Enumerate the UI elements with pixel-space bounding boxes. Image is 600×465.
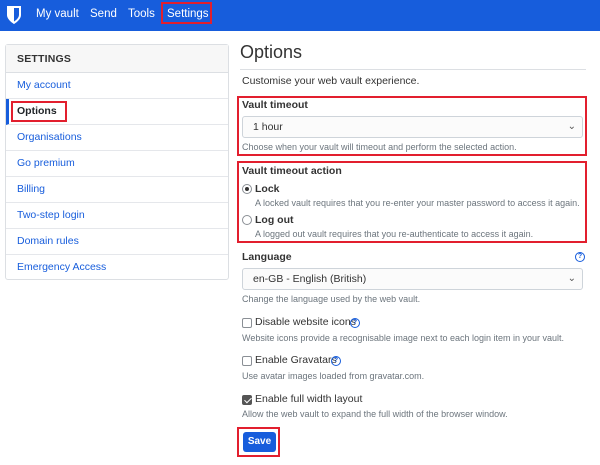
sidebar-item-go-premium[interactable]: Go premium — [6, 151, 228, 177]
shield-icon[interactable] — [6, 4, 22, 26]
lock-help: A locked vault requires that you re-ente… — [255, 198, 580, 208]
top-navbar: My vault Send Tools Settings — [0, 0, 600, 31]
options-highlight-box — [11, 101, 67, 122]
settings-sidebar: SETTINGS My account Options Organisation… — [5, 44, 229, 280]
save-highlight-box — [237, 427, 280, 457]
vault-timeout-select[interactable]: 1 hour ⌄ — [242, 116, 583, 138]
sidebar-item-billing[interactable]: Billing — [6, 177, 228, 203]
vault-timeout-label: Vault timeout — [242, 99, 308, 111]
page-title: Options — [240, 42, 303, 62]
language-label: Language — [242, 251, 292, 263]
sidebar-item-domain-rules[interactable]: Domain rules — [6, 229, 228, 255]
logout-radio[interactable] — [242, 215, 252, 225]
language-help: Change the language used by the web vaul… — [242, 294, 421, 304]
sidebar-header: SETTINGS — [6, 45, 228, 73]
full-width-help: Allow the web vault to expand the full w… — [242, 409, 508, 419]
sidebar-item-organisations[interactable]: Organisations — [6, 125, 228, 151]
nav-my-vault[interactable]: My vault — [36, 7, 79, 21]
language-value: en-GB - English (British) — [253, 273, 367, 285]
sidebar-item-two-step-login[interactable]: Two-step login — [6, 203, 228, 229]
options-panel: Options Customise your web vault experie… — [240, 40, 590, 87]
language-select[interactable]: en-GB - English (British) ⌄ — [242, 268, 583, 290]
help-icon[interactable]: ? — [331, 356, 341, 366]
settings-highlight-box — [161, 2, 212, 24]
logout-radio-label[interactable]: Log out — [255, 214, 293, 226]
vault-timeout-help: Choose when your vault will timeout and … — [242, 142, 517, 152]
disable-icons-label[interactable]: Disable website icons — [255, 316, 356, 328]
sidebar-item-emergency-access[interactable]: Emergency Access — [6, 255, 228, 281]
lock-radio[interactable] — [242, 184, 252, 194]
chevron-down-icon: ⌄ — [567, 273, 576, 284]
chevron-down-icon: ⌄ — [567, 121, 576, 132]
disable-icons-checkbox[interactable] — [242, 318, 252, 328]
logout-help: A logged out vault requires that you re-… — [255, 229, 534, 239]
sidebar-item-my-account[interactable]: My account — [6, 73, 228, 99]
nav-send[interactable]: Send — [90, 7, 117, 21]
gravatars-help: Use avatar images loaded from gravatar.c… — [242, 371, 425, 381]
full-width-label[interactable]: Enable full width layout — [255, 393, 362, 405]
help-icon[interactable]: ? — [350, 318, 360, 328]
vault-timeout-value: 1 hour — [253, 121, 283, 133]
help-icon[interactable]: ? — [575, 252, 585, 262]
gravatars-checkbox[interactable] — [242, 356, 252, 366]
disable-icons-help: Website icons provide a recognisable ima… — [242, 333, 565, 343]
title-divider — [240, 69, 586, 70]
nav-tools[interactable]: Tools — [128, 7, 155, 21]
full-width-checkbox[interactable] — [242, 395, 252, 405]
gravatars-label[interactable]: Enable Gravatars — [255, 354, 337, 366]
vault-timeout-action-label: Vault timeout action — [242, 165, 342, 177]
lock-radio-label[interactable]: Lock — [255, 183, 280, 195]
page-subtitle: Customise your web vault experience. — [242, 75, 420, 87]
